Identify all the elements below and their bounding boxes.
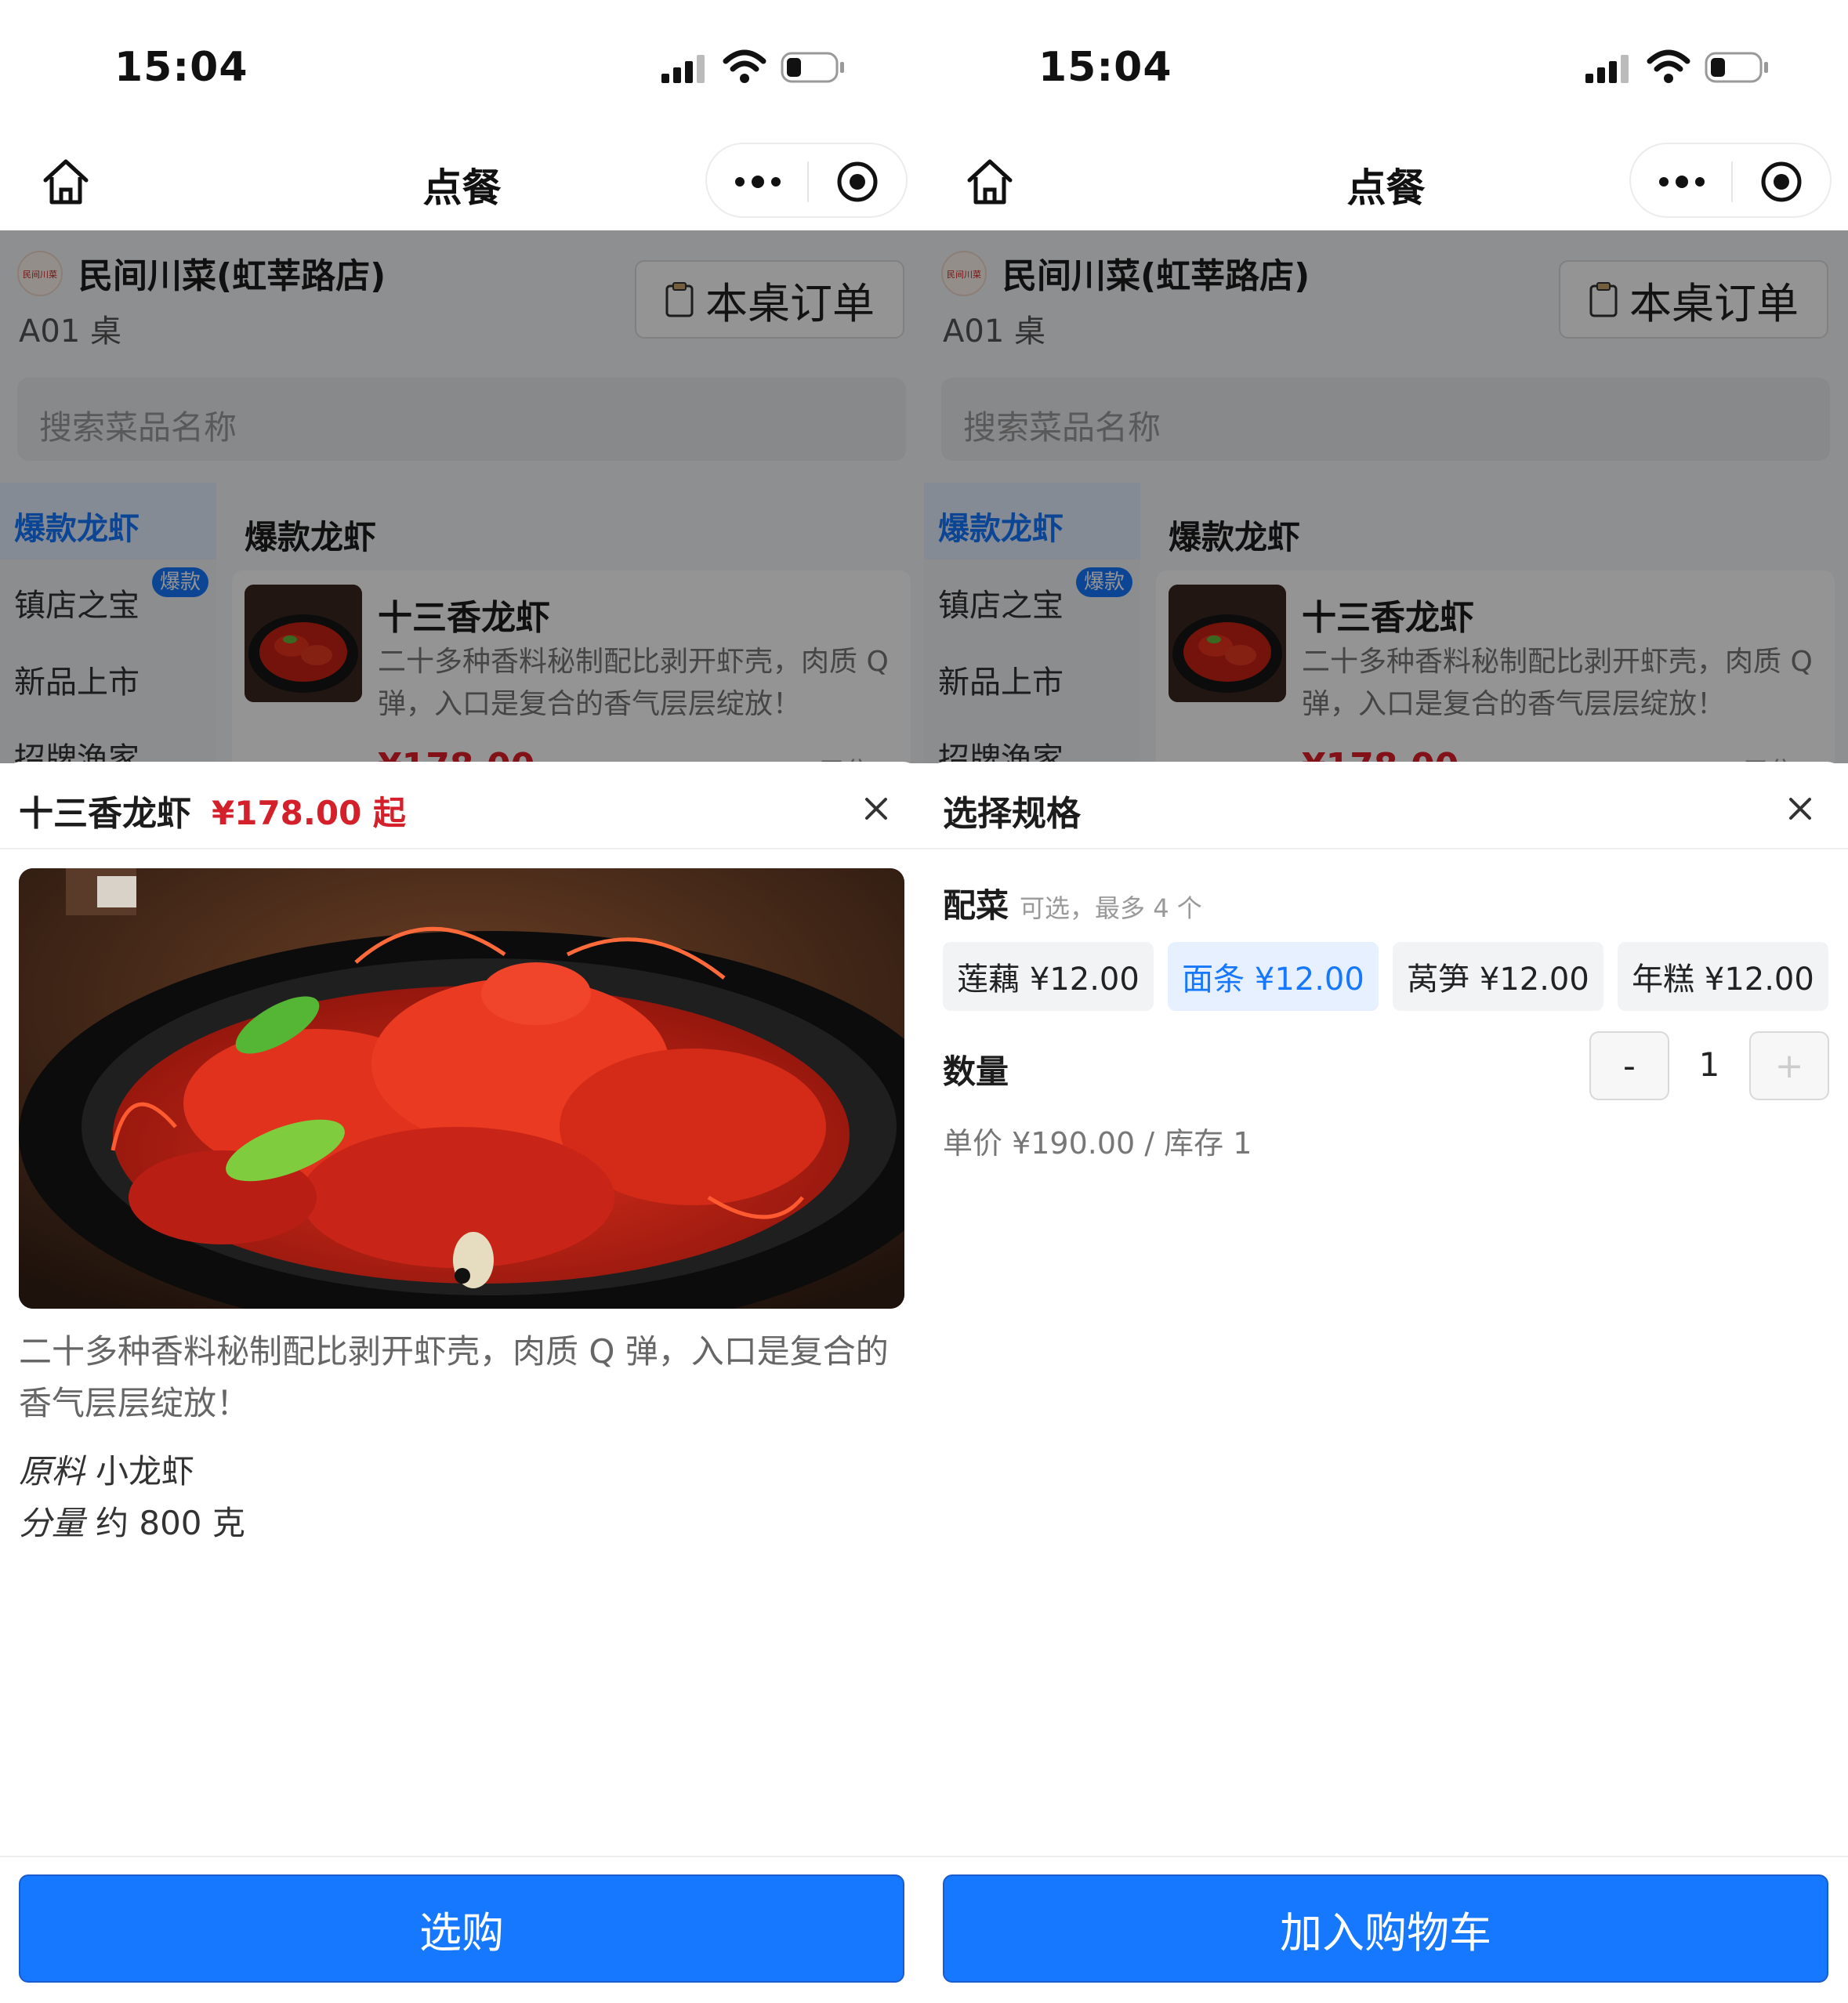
spec-value: 小龙虾 xyxy=(96,1452,195,1490)
stage: 15:04 点餐 民间川菜 民间川菜(虹莘路店) A01 桌 本桌订单 搜索菜品… xyxy=(0,0,1848,2003)
side-dish-group-label: 配菜 xyxy=(943,886,1009,925)
close-miniprogram-icon[interactable] xyxy=(835,160,879,204)
dish-hero-image xyxy=(19,868,904,1309)
wifi-icon xyxy=(723,49,766,83)
status-bar: 15:04 xyxy=(0,0,924,133)
nav-bar: 点餐 xyxy=(924,133,1848,230)
sheet-title: 选择规格 xyxy=(943,794,1081,834)
close-miniprogram-icon[interactable] xyxy=(1759,160,1803,204)
mini-program-capsule xyxy=(1629,143,1832,218)
side-dish-group: 配菜 可选，最多 4 个 xyxy=(943,879,1202,927)
sheet-footer: 加入购物车 xyxy=(924,1856,1848,2003)
screen-spec-select: 15:04 点餐 民间川菜 民间川菜(虹莘路店) A01 桌 本桌订单 搜索菜品… xyxy=(924,0,1848,2003)
sheet-price: ¥178.00 起 xyxy=(212,794,406,832)
option-lotus-root[interactable]: 莲藕 ¥12.00 xyxy=(943,942,1154,1011)
lobster-photo xyxy=(19,868,904,1309)
battery-icon xyxy=(781,52,844,83)
select-purchase-button[interactable]: 选购 xyxy=(19,1874,904,1983)
add-to-cart-button[interactable]: 加入购物车 xyxy=(943,1874,1828,1983)
more-icon[interactable] xyxy=(1656,168,1708,196)
sheet-header: 十三香龙虾 ¥178.00 起 xyxy=(0,762,924,849)
spec-portion: 分量约 800 克 xyxy=(19,1497,245,1545)
battery-icon xyxy=(1705,52,1768,83)
dish-detail-sheet: 十三香龙虾 ¥178.00 起 二十多种香料秘制配比剥开虾壳，肉质 Q 弹，入口… xyxy=(0,762,924,2003)
screen-dish-detail: 15:04 点餐 民间川菜 民间川菜(虹莘路店) A01 桌 本桌订单 搜索菜品… xyxy=(0,0,924,2003)
status-bar: 15:04 xyxy=(924,0,1848,133)
side-dish-group-hint: 可选，最多 4 个 xyxy=(1020,893,1202,923)
quantity-label: 数量 xyxy=(943,1052,1009,1091)
wifi-icon xyxy=(1647,49,1690,83)
mini-program-capsule xyxy=(705,143,908,218)
sheet-footer: 选购 xyxy=(0,1856,924,2003)
overlay-mask[interactable] xyxy=(0,230,924,763)
cellular-signal-icon xyxy=(661,55,705,83)
sheet-description: 二十多种香料秘制配比剥开虾壳，肉质 Q 弹，入口是复合的香气层层绽放！ xyxy=(19,1332,889,1422)
spec-value: 约 800 克 xyxy=(96,1504,245,1542)
option-noodles[interactable]: 面条 ¥12.00 xyxy=(1168,942,1379,1011)
quantity-plus-button[interactable]: + xyxy=(1749,1031,1829,1100)
status-time: 15:04 xyxy=(1038,44,1172,91)
quantity-minus-button[interactable]: - xyxy=(1589,1031,1669,1100)
more-icon[interactable] xyxy=(732,168,784,196)
option-lettuce-stem[interactable]: 莴笋 ¥12.00 xyxy=(1393,942,1603,1011)
spec-key: 分量 xyxy=(19,1504,85,1542)
capsule-divider xyxy=(1731,161,1733,202)
close-icon[interactable] xyxy=(1785,793,1816,824)
spec-select-sheet: 选择规格 配菜 可选，最多 4 个 莲藕 ¥12.00 面条 ¥12.00 莴笋 … xyxy=(924,762,1848,2003)
nav-bar: 点餐 xyxy=(0,133,924,230)
spec-ingredient: 原料 小龙虾 xyxy=(19,1445,194,1493)
unit-price-stock: 单价 ¥190.00 / 库存 1 xyxy=(943,1126,1252,1161)
cellular-signal-icon xyxy=(1585,55,1629,83)
sheet-title: 十三香龙虾 xyxy=(19,794,191,834)
spec-key: 原料 xyxy=(19,1452,85,1490)
overlay-mask[interactable] xyxy=(924,230,1848,763)
close-icon[interactable] xyxy=(861,793,892,824)
quantity-value: 1 xyxy=(1698,1045,1720,1084)
option-rice-cake[interactable]: 年糕 ¥12.00 xyxy=(1618,942,1828,1011)
sheet-header: 选择规格 xyxy=(924,762,1848,849)
status-time: 15:04 xyxy=(114,44,248,91)
capsule-divider xyxy=(807,161,809,202)
